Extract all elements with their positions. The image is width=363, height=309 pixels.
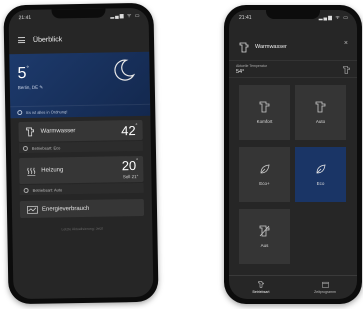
current-temp-label: Aktuelle Temperatur bbox=[236, 64, 268, 68]
tap-icon bbox=[239, 42, 249, 52]
heizung-setpoint: Soll 21° bbox=[122, 174, 139, 180]
mode-auto[interactable]: Auto bbox=[295, 85, 346, 140]
warmwasser-label: Warmwasser bbox=[40, 128, 76, 135]
mode-label: Komfort bbox=[256, 119, 273, 124]
tap-off-icon bbox=[259, 225, 270, 237]
mode-label: Aus bbox=[260, 243, 269, 248]
heizung-mode: Betriebsart: Auto bbox=[19, 182, 144, 196]
status-icons: ▂▄▆ ᯤ ▭ bbox=[110, 12, 141, 20]
bottom-tab-bar: Betriebsart Zeitprogramm bbox=[229, 275, 357, 299]
energy-card[interactable]: Energieverbrauch bbox=[19, 198, 145, 219]
leaf-icon bbox=[260, 164, 270, 173]
status-time: 21:41 bbox=[239, 15, 252, 21]
tab-betriebsart[interactable]: Betriebsart bbox=[229, 276, 293, 299]
phone-notch bbox=[266, 10, 320, 19]
status-icons: ▂▄▆ ᯤ ▭ bbox=[318, 15, 349, 21]
weather-temperature: 5° bbox=[17, 64, 29, 83]
tap-icon bbox=[315, 101, 326, 113]
warmwasser-card[interactable]: Warmwasser 42° bbox=[18, 119, 143, 143]
heizung-label: Heizung bbox=[41, 167, 64, 174]
tab-zeitprogramm[interactable]: Zeitprogramm bbox=[293, 276, 357, 299]
page-title: Warmwasser bbox=[255, 44, 287, 50]
phone-overview: 21:41 ▂▄▆ ᯤ ▭ Überblick 5° Berlin, DE ✎ … bbox=[3, 2, 159, 305]
mode-label: Eco bbox=[316, 180, 325, 186]
mode-komfort[interactable]: Komfort bbox=[239, 85, 290, 140]
mode-label: Auto bbox=[315, 119, 326, 124]
heizung-value: 20° bbox=[121, 158, 139, 174]
radiator-icon bbox=[27, 167, 36, 176]
leaf-icon bbox=[316, 164, 326, 173]
warmwasser-value: 42° bbox=[121, 123, 138, 139]
mode-eco[interactable]: Eco bbox=[295, 147, 346, 202]
page-title: Überblick bbox=[32, 35, 63, 44]
warmwasser-screen: 21:41 ▂▄▆ ᯤ ▭ Warmwasser × Aktuelle Temp… bbox=[229, 10, 357, 299]
last-update: Letzte Aktualisierung: Jetzt bbox=[61, 226, 104, 232]
current-temperature: Aktuelle Temperatur 54° bbox=[229, 60, 357, 78]
tab-label: Betriebsart bbox=[252, 290, 270, 294]
close-icon[interactable]: × bbox=[344, 40, 348, 47]
edit-icon[interactable]: ✎ bbox=[39, 85, 43, 90]
mode-icon bbox=[22, 145, 28, 151]
mode-eco-plus[interactable]: Eco+ bbox=[239, 147, 290, 202]
system-status: Es ist alles in Ordnung! bbox=[10, 103, 151, 119]
phone-notch bbox=[51, 8, 106, 19]
energy-label: Energieverbrauch bbox=[41, 205, 90, 213]
weather-location[interactable]: Berlin, DE ✎ bbox=[18, 85, 43, 91]
tap-icon bbox=[259, 101, 270, 113]
heizung-card[interactable]: Heizung 20° Soll 21° bbox=[19, 155, 144, 185]
clock-icon bbox=[23, 187, 29, 193]
info-icon bbox=[17, 110, 23, 116]
calendar-icon bbox=[321, 281, 329, 288]
mode-label: Eco+ bbox=[259, 180, 270, 186]
tap-icon bbox=[26, 127, 35, 137]
mode-aus[interactable]: Aus bbox=[239, 209, 290, 264]
overview-screen: 21:41 ▂▄▆ ᯤ ▭ Überblick 5° Berlin, DE ✎ … bbox=[8, 7, 154, 300]
overview-header: Überblick bbox=[9, 28, 149, 50]
moon-icon bbox=[114, 59, 136, 81]
current-temp-value: 54° bbox=[236, 69, 245, 75]
tab-label: Zeitprogramm bbox=[314, 290, 336, 294]
warmwasser-header: Warmwasser bbox=[229, 36, 357, 58]
warmwasser-mode: Betriebsart: Eco bbox=[18, 140, 143, 154]
tap-icon bbox=[258, 281, 264, 288]
status-time: 21:41 bbox=[18, 14, 32, 22]
phone-warmwasser: 21:41 ▂▄▆ ᯤ ▭ Warmwasser × Aktuelle Temp… bbox=[224, 5, 362, 304]
chart-icon bbox=[27, 205, 38, 214]
menu-icon[interactable] bbox=[17, 36, 26, 44]
weather-panel: 5° Berlin, DE ✎ Es ist alles in Ordnung! bbox=[9, 51, 151, 119]
tap-icon bbox=[343, 66, 350, 74]
